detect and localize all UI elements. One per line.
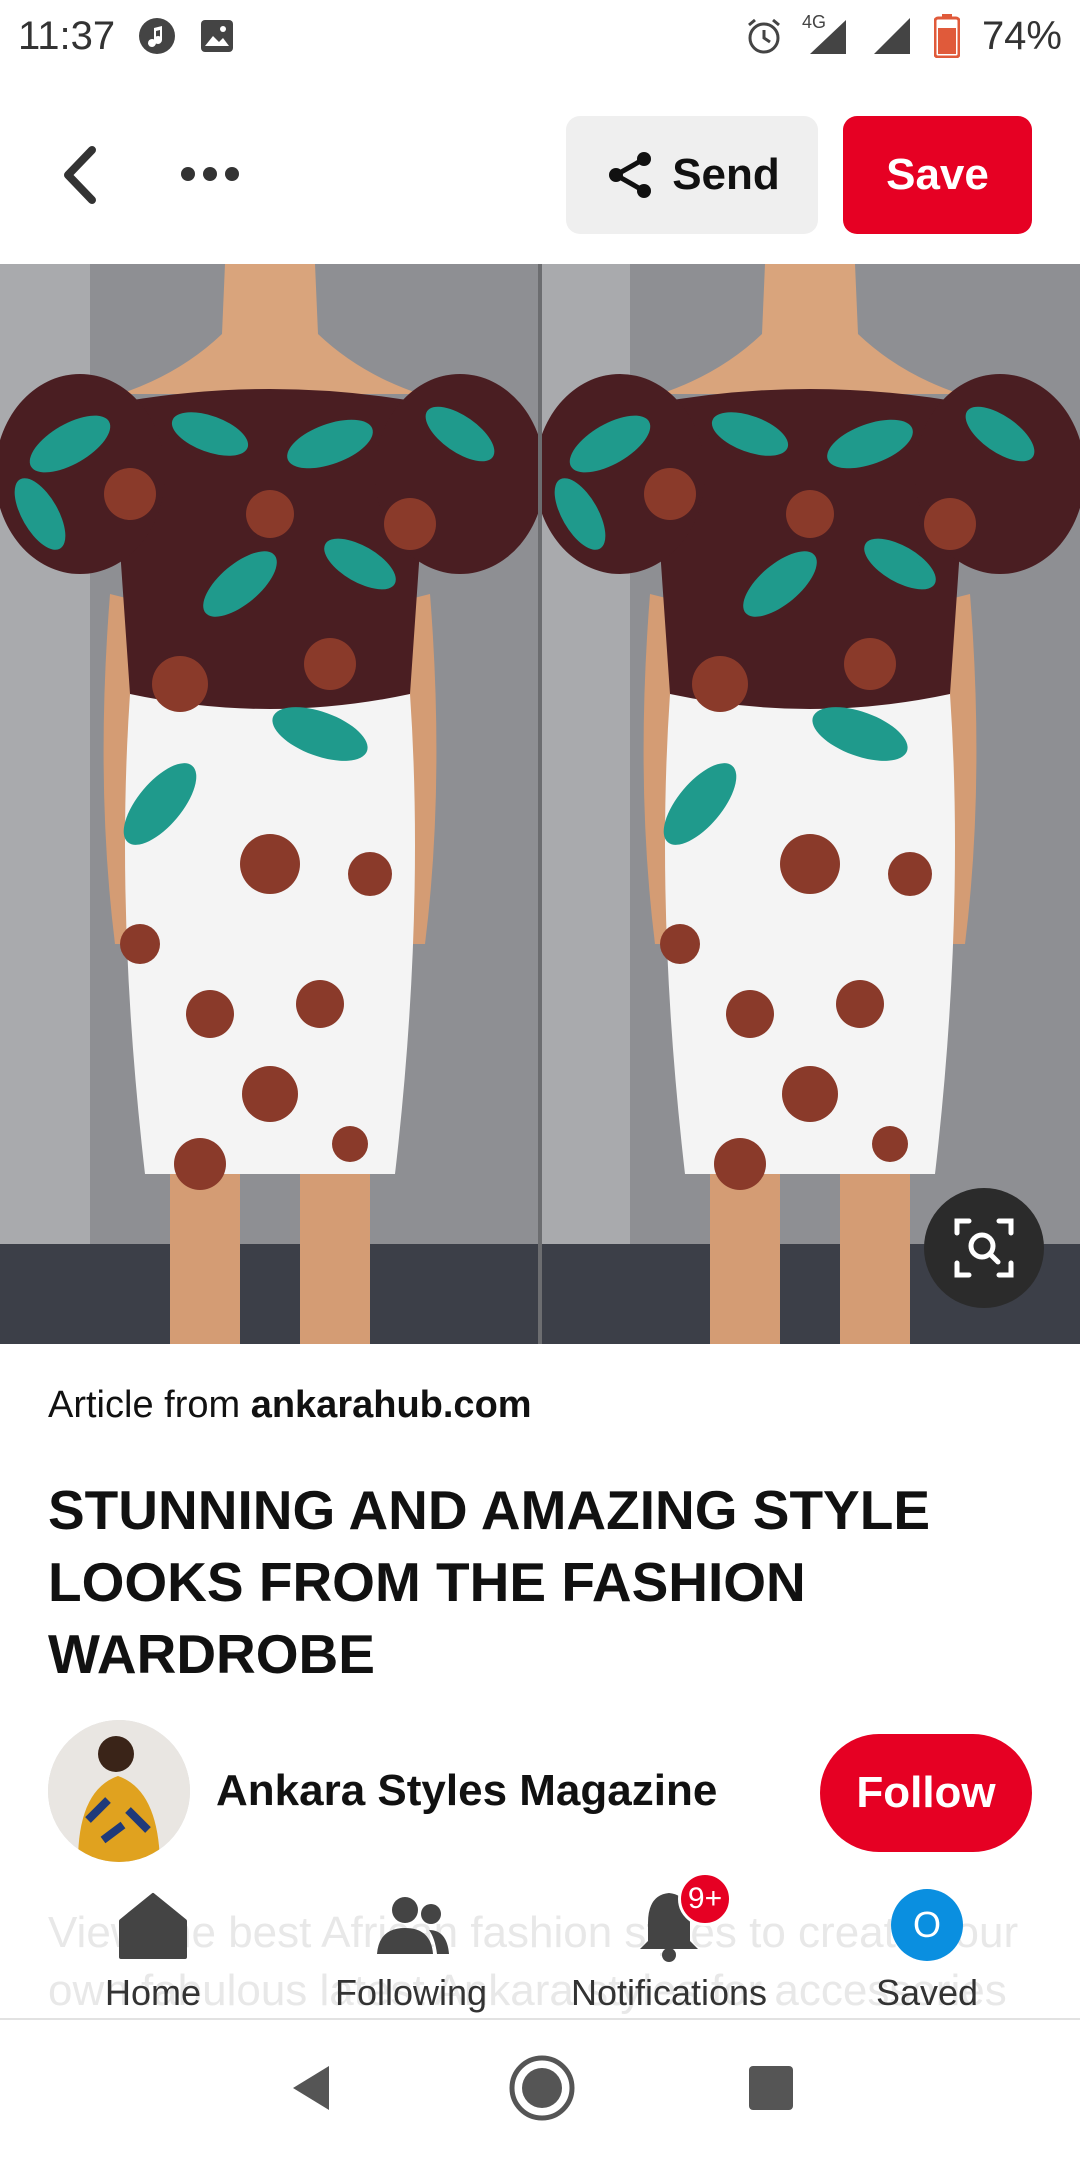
alarm-icon [744, 16, 784, 56]
more-options-button[interactable] [170, 154, 260, 194]
system-home-icon[interactable] [506, 2052, 578, 2129]
visual-search-button[interactable] [924, 1188, 1044, 1308]
send-button[interactable]: Send [566, 116, 818, 234]
nav-following-label: Following [334, 1972, 488, 2013]
article-source-line: Article from ankarahub.com [48, 1384, 532, 1427]
signal-4g-icon: 4G [802, 12, 850, 56]
home-icon [108, 1880, 198, 1970]
nav-home[interactable]: Home [43, 1880, 263, 2020]
nav-saved[interactable]: O Saved [817, 1880, 1037, 2020]
people-icon [366, 1880, 456, 1970]
saved-avatar-initial: O [891, 1889, 963, 1961]
notifications-badge: 9+ [678, 1872, 732, 1926]
system-navigation-bar [0, 2020, 1080, 2160]
signal-icon [872, 16, 912, 56]
status-time: 11:37 [18, 13, 116, 58]
nav-notifications-label: Notifications [570, 1972, 768, 2013]
lens-search-icon [954, 1218, 1014, 1278]
image-icon [199, 18, 235, 54]
follow-button[interactable]: Follow [820, 1734, 1032, 1852]
save-label: Save [886, 150, 989, 199]
network-type: 4G [801, 12, 826, 32]
follow-label: Follow [856, 1768, 996, 1817]
creator-row: Ankara Styles Magazine Follow [48, 1720, 1032, 1862]
nav-notifications[interactable]: 9+ Notifications [559, 1872, 779, 2020]
article-prefix: Article from [48, 1384, 241, 1426]
chevron-left-icon [64, 146, 96, 204]
more-dots-icon [181, 167, 239, 181]
status-bar: 11:37 4G 74% [0, 0, 1080, 72]
nav-following[interactable]: Following [301, 1880, 521, 2020]
system-recents-icon[interactable] [745, 2062, 797, 2119]
bell-icon: 9+ [624, 1872, 732, 1970]
nav-home-label: Home [104, 1972, 202, 2013]
battery-level: 74% [981, 13, 1062, 58]
pin-title: STUNNING AND AMAZING STYLE LOOKS FROM TH… [48, 1479, 931, 1685]
system-back-icon[interactable] [283, 2060, 339, 2121]
creator-name[interactable]: Ankara Styles Magazine [216, 1766, 717, 1816]
battery-icon [933, 14, 960, 58]
back-button[interactable] [48, 140, 118, 210]
bottom-navigation: Home Following 9+ Notifications O Saved [0, 1872, 1080, 2020]
share-icon [609, 152, 652, 198]
pin-image[interactable] [0, 264, 1080, 1344]
save-button[interactable]: Save [843, 116, 1032, 234]
creator-avatar-image [48, 1720, 190, 1862]
nav-saved-label: Saved [875, 1972, 979, 2013]
top-action-bar: Send Save [0, 110, 1080, 240]
avatar[interactable] [48, 1720, 190, 1862]
send-label: Send [672, 150, 780, 199]
music-icon [137, 16, 177, 56]
saved-avatar-icon: O [882, 1880, 972, 1970]
article-source-link[interactable]: ankarahub.com [251, 1384, 532, 1426]
dress-photo [0, 264, 1080, 1344]
